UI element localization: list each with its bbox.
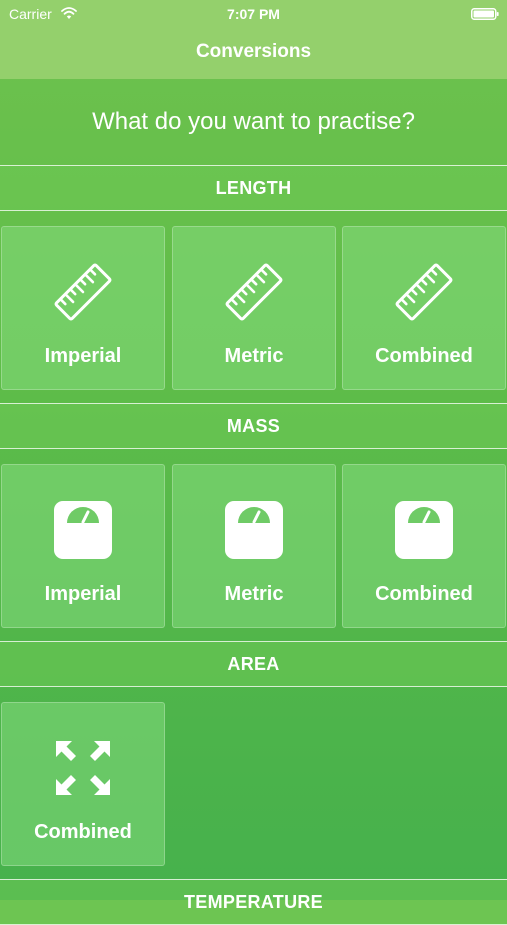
expand-arrows-icon [56,741,110,795]
ruler-icon [54,263,112,321]
practise-prompt: What do you want to practise? [92,108,415,135]
scale-icon [54,501,112,559]
tile-label: Combined [375,345,473,367]
length-combined-tile[interactable]: Combined [342,226,506,390]
ruler-icon [395,263,453,321]
section-header-length: LENGTH [0,165,507,211]
ruler-icon [225,263,283,321]
battery-icon [471,8,499,20]
status-time: 7:07 PM [227,6,280,22]
tile-label: Combined [375,583,473,605]
area-combined-tile[interactable]: Combined [1,702,165,866]
scale-icon [395,501,453,559]
status-bar: Carrier 7:07 PM [0,0,507,28]
tile-label: Combined [34,821,132,843]
tile-label: Metric [224,583,284,605]
section-header-temperature: TEMPERATURE [0,879,507,925]
mass-combined-tile[interactable]: Combined [342,464,506,628]
tile-label: Metric [224,345,284,367]
length-metric-tile[interactable]: Metric [172,226,336,390]
tile-label: Imperial [44,345,122,367]
nav-title: Conversions [195,41,312,62]
section-header-area: AREA [0,641,507,687]
section-header-mass: MASS [0,403,507,449]
length-imperial-tile[interactable]: Imperial [1,226,165,390]
mass-metric-tile[interactable]: Metric [172,464,336,628]
scale-icon [225,501,283,559]
mass-imperial-tile[interactable]: Imperial [1,464,165,628]
tile-label: Imperial [44,583,122,605]
